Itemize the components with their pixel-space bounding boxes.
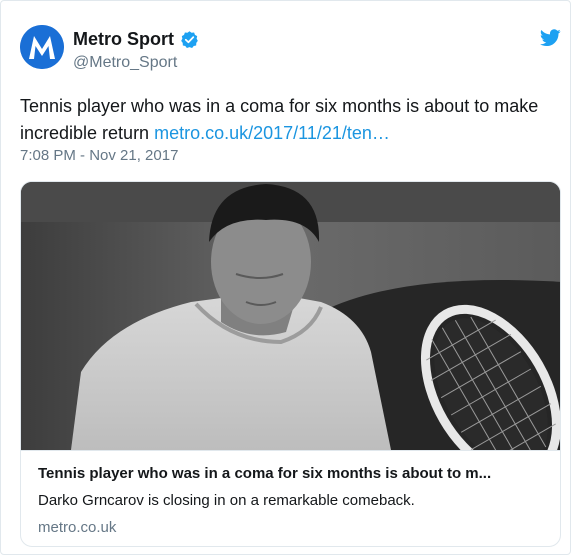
tweet-embed: Metro Sport @Metro_Sport Tennis player w… [0, 0, 571, 555]
verified-badge-icon [180, 30, 199, 49]
card-body[interactable]: Tennis player who was in a coma for six … [21, 450, 560, 546]
tweet-link[interactable]: metro.co.uk/2017/11/21/ten… [154, 123, 390, 143]
card-domain: metro.co.uk [38, 519, 117, 536]
account-handle[interactable]: @Metro_Sport [73, 54, 177, 72]
twitter-bird-icon[interactable] [540, 29, 561, 47]
card-description: Darko Grncarov is closing in on a remark… [38, 492, 415, 509]
card-image[interactable] [21, 182, 560, 450]
tweet-text: Tennis player who was in a coma for six … [20, 93, 550, 147]
metro-logo-icon [20, 25, 64, 69]
account-name-row: Metro Sport [73, 29, 199, 50]
avatar[interactable] [20, 25, 64, 69]
display-name[interactable]: Metro Sport [73, 29, 174, 50]
card-title[interactable]: Tennis player who was in a coma for six … [38, 465, 548, 482]
tennis-player-photo [21, 182, 560, 450]
link-card[interactable]: Tennis player who was in a coma for six … [20, 181, 561, 547]
tweet-timestamp[interactable]: 7:08 PM - Nov 21, 2017 [20, 147, 178, 164]
